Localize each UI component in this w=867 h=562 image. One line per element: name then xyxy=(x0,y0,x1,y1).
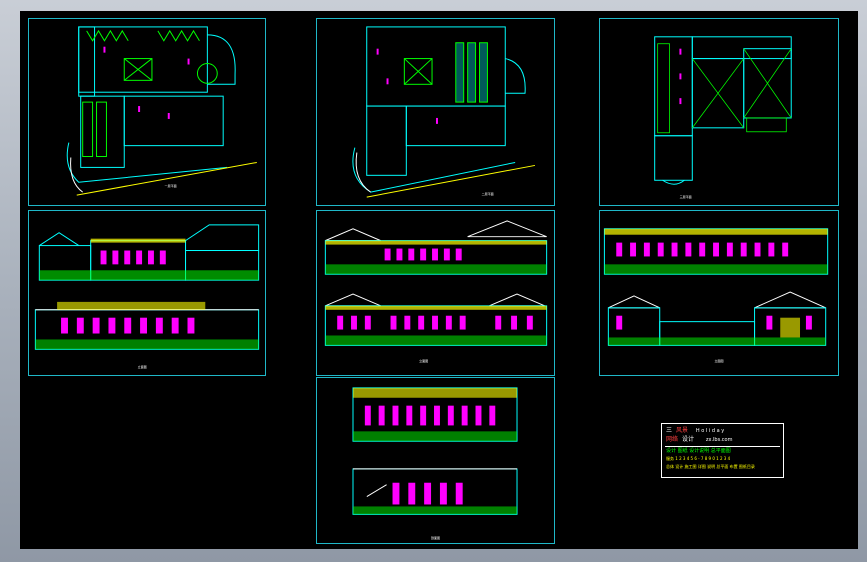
title-block: 三 风景 H o l i d a y 网络 设计 zx.lbs.com 设计 图… xyxy=(661,423,784,478)
sheet-elev-2[interactable]: 立面图 xyxy=(316,210,555,376)
sheet-elev-4[interactable]: 剖面图 xyxy=(316,377,555,544)
sheet-plan-1[interactable]: 一层平面 xyxy=(28,18,266,206)
plan-2-drawing xyxy=(352,26,536,198)
tb-line4: 服务 1 2 3 4 5 6 - 7 8 9 0 1 2 3 4 xyxy=(666,456,731,461)
title-block-divider xyxy=(665,446,780,447)
tb-line5: 总体 设计 施工图 详图 说明 总平面 布置 图纸目录 xyxy=(666,464,755,469)
tb-line1-en: H o l i d a y xyxy=(695,428,725,434)
tb-line2-text: 设计 xyxy=(681,436,694,443)
elev-1-drawing xyxy=(34,224,260,350)
elev-4-caption: 剖面图 xyxy=(430,536,441,540)
tb-line1-text: 风景 xyxy=(675,427,688,434)
title-block-row-1: 三 风景 H o l i d a y xyxy=(666,428,724,434)
title-block-row-2: 网络 设计 zx.lbs.com xyxy=(666,437,732,443)
tb-line2-label: 网络 xyxy=(666,436,679,443)
elev-3-caption: 立面图 xyxy=(714,359,724,363)
tb-line1-label: 三 xyxy=(666,427,673,434)
sheet-plan-3[interactable]: 三层平面 xyxy=(599,18,839,206)
tb-line2-url: zx.lbs.com xyxy=(705,437,733,443)
sheet-plan-2[interactable]: 二层平面 xyxy=(316,18,555,206)
tb-line3: 设计 图纸 设计说明 总平面图 xyxy=(666,448,731,454)
cad-drawing-canvas[interactable]: 一层平面 二层平面 三层平面 立面图 立面图 立面图 剖面图 三 风景 H o … xyxy=(20,11,858,549)
elev-2-drawing xyxy=(324,220,548,346)
plan-1-caption: 一层平面 xyxy=(164,184,177,188)
plan-3-drawing xyxy=(654,36,792,185)
elev-3-drawing xyxy=(603,228,829,346)
plan-2-caption: 二层平面 xyxy=(481,192,494,196)
elev-4-drawing xyxy=(352,387,518,515)
plan-1-drawing xyxy=(66,26,257,196)
sheet-elev-1[interactable]: 立面图 xyxy=(28,210,266,376)
plan-3-caption: 三层平面 xyxy=(679,195,692,199)
elev-2-caption: 立面图 xyxy=(419,359,429,363)
sheet-elev-3[interactable]: 立面图 xyxy=(599,210,839,376)
elev-1-caption: 立面图 xyxy=(137,365,147,369)
